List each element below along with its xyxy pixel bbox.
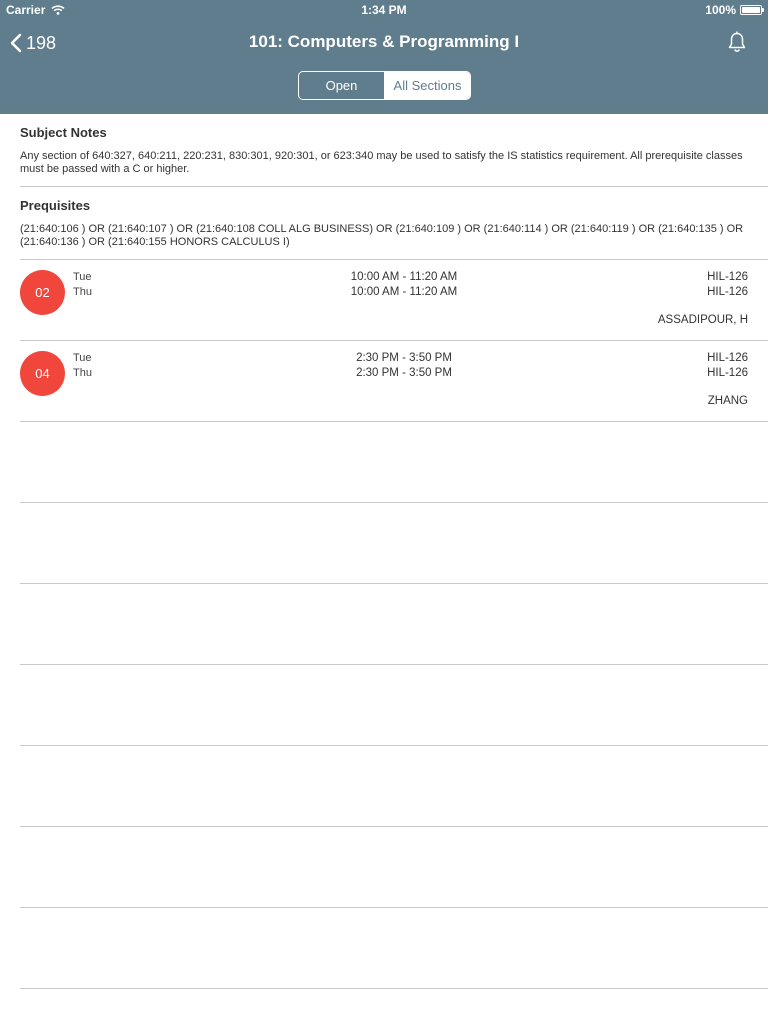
section-times: 10:00 AM - 11:20 AM 10:00 AM - 11:20 AM [300, 270, 508, 300]
section-number-badge: 02 [20, 270, 65, 315]
empty-row-divider [20, 664, 768, 665]
status-bar: Carrier 1:34 PM 100% [0, 0, 768, 20]
time-label: 2:30 PM - 3:50 PM [356, 352, 452, 364]
chevron-left-icon [10, 33, 22, 53]
prerequisites: Prequisites (21:640:106 ) OR (21:640:107… [20, 198, 748, 249]
section-times: 2:30 PM - 3:50 PM 2:30 PM - 3:50 PM [300, 351, 508, 381]
empty-row-divider [20, 502, 768, 503]
back-label: 198 [26, 32, 57, 53]
time-label: 10:00 AM - 11:20 AM [350, 271, 458, 283]
segment-open[interactable]: Open [299, 72, 385, 99]
time-label: 10:00 AM - 11:20 AM [350, 286, 458, 298]
empty-row-divider [20, 826, 768, 827]
subject-notes-text: Any section of 640:327, 640:211, 220:231… [20, 150, 743, 175]
header: Carrier 1:34 PM 100% 198 101: Computers … [0, 0, 768, 114]
subject-notes: Subject Notes Any section of 640:327, 64… [20, 125, 748, 176]
battery-icon [740, 5, 764, 15]
empty-row-divider [20, 583, 768, 584]
prerequisites-text: (21:640:106 ) OR (21:640:107 ) OR (21:64… [20, 223, 744, 248]
section-rooms: HIL-126 HIL-126 [707, 351, 748, 381]
battery-percent: 100% [705, 3, 736, 17]
room-label: HIL-126 [707, 286, 748, 298]
time-label: 2:30 PM - 3:50 PM [356, 367, 452, 379]
divider [20, 186, 768, 187]
divider [20, 421, 768, 422]
day-label: Tue [73, 271, 92, 283]
back-button[interactable]: 198 [10, 30, 56, 56]
prerequisites-title: Prequisites [20, 198, 91, 213]
room-label: HIL-126 [707, 271, 748, 283]
segment-all-sections[interactable]: All Sections [385, 72, 470, 99]
status-time: 1:34 PM [361, 3, 407, 17]
instructor-name: ZHANG [707, 395, 748, 407]
empty-row-divider [20, 988, 768, 989]
status-battery: 100% [705, 3, 764, 17]
empty-row-divider [20, 907, 768, 908]
room-label: HIL-126 [707, 367, 748, 379]
section-filter-segmented-control: Open All Sections [298, 71, 471, 100]
section-days: Tue Thu [73, 351, 92, 381]
section-number-badge: 04 [20, 351, 65, 396]
day-label: Tue [73, 352, 92, 364]
bell-icon[interactable] [726, 31, 748, 53]
section-rooms: HIL-126 HIL-126 [707, 270, 748, 300]
room-label: HIL-126 [707, 352, 748, 364]
page-title: 101: Computers & Programming I [248, 32, 520, 51]
section-days: Tue Thu [73, 270, 92, 300]
day-label: Thu [73, 286, 92, 298]
day-label: Thu [73, 367, 92, 379]
section-row-02[interactable]: 02 Tue Thu 10:00 AM - 11:20 AM 10:00 AM … [0, 260, 768, 340]
subject-notes-title: Subject Notes [20, 125, 107, 140]
section-row-04[interactable]: 04 Tue Thu 2:30 PM - 3:50 PM 2:30 PM - 3… [0, 341, 768, 421]
instructor-name: ASSADIPOUR, H [657, 314, 748, 326]
empty-row-divider [20, 745, 768, 746]
